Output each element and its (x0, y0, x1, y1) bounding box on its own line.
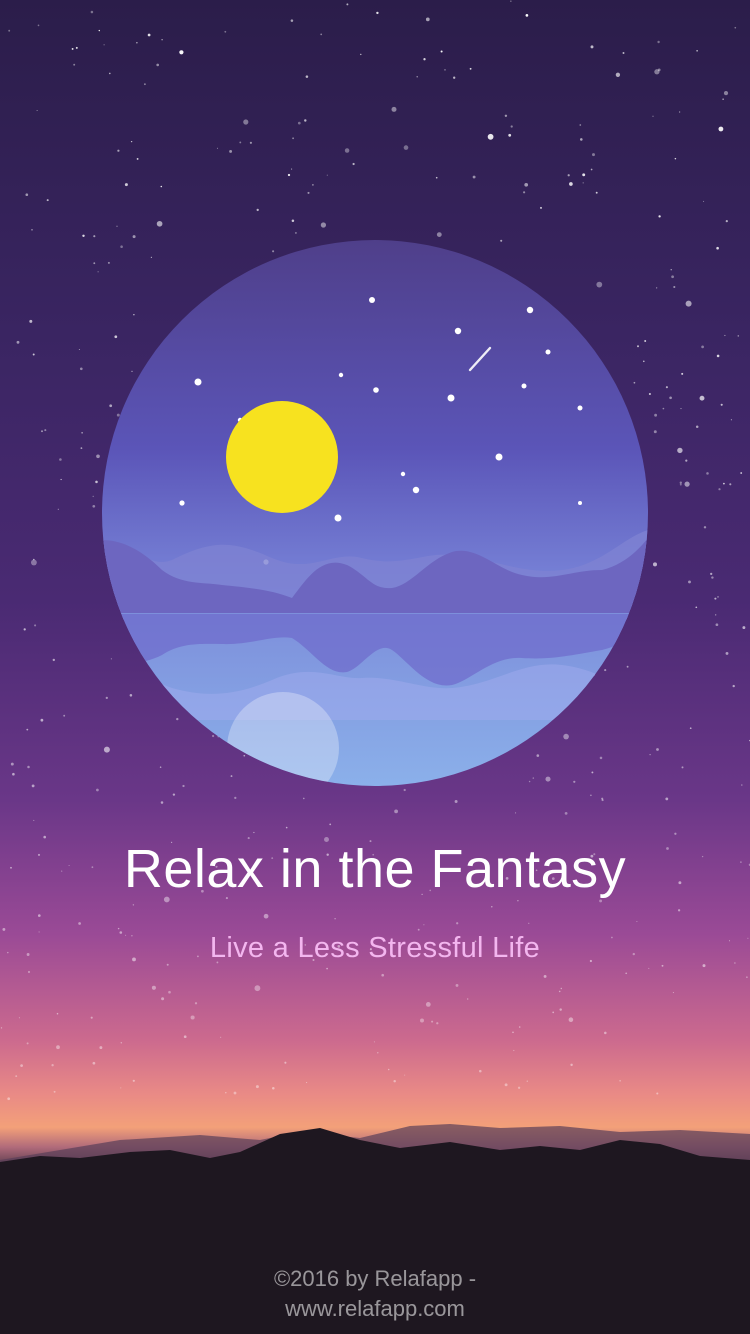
website-link[interactable]: www.relafapp.com (0, 1294, 750, 1324)
footer-credits: ©2016 by Relafapp - www.relafapp.com (0, 1264, 750, 1324)
copyright-text: ©2016 by Relafapp - (273, 1266, 477, 1291)
moon-icon (226, 401, 338, 513)
screen-subtitle: Live a Less Stressful Life (209, 932, 541, 964)
screen-title: Relax in the Fantasy (123, 839, 627, 899)
fantasy-landscape-emblem (102, 240, 648, 786)
